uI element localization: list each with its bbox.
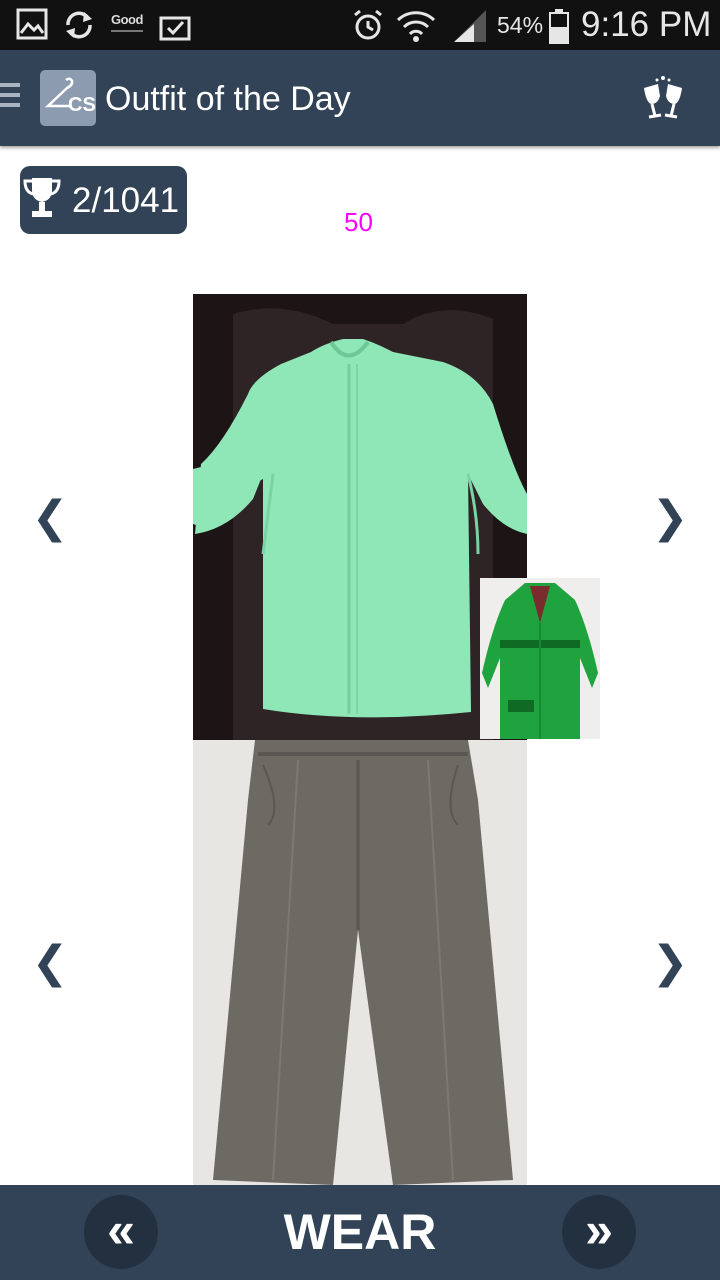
top-clothing-image[interactable] [193, 294, 527, 740]
battery-percent: 54% [497, 12, 544, 38]
bottom-action-bar: « WEAR » [0, 1185, 720, 1280]
bottom-clothing-image[interactable] [193, 740, 527, 1185]
cheers-glasses-icon[interactable] [638, 74, 688, 124]
trophy-icon [23, 178, 61, 217]
outfit-count-label: 50 [344, 207, 373, 237]
battery-icon [549, 9, 569, 44]
score-badge[interactable]: 2/1041 [20, 166, 187, 234]
coat-illustration [480, 578, 600, 739]
prev-top-button[interactable]: ❮ [30, 488, 70, 548]
clipboard-check-icon [159, 16, 191, 41]
trousers-illustration [193, 740, 527, 1185]
gallery-icon [16, 8, 48, 40]
app-logo[interactable]: CS [40, 70, 96, 126]
signal-icon [454, 10, 486, 42]
wear-button[interactable]: WEAR [260, 1199, 460, 1265]
next-top-button[interactable]: ❯ [650, 488, 690, 548]
previous-outfit-button[interactable]: « [84, 1195, 158, 1269]
wifi-icon [396, 11, 436, 42]
clock-time: 9:16 PM [581, 5, 712, 44]
logo-text: CS [68, 94, 96, 116]
sync-icon [66, 11, 92, 39]
outerwear-clothing-image[interactable] [480, 578, 600, 739]
app-title: Outfit of the Day [105, 80, 351, 118]
prev-bottom-button[interactable]: ❮ [30, 933, 70, 993]
blouse-illustration [193, 294, 527, 740]
next-outfit-button[interactable]: » [562, 1195, 636, 1269]
alarm-icon [354, 9, 382, 40]
good-status-label: Good [111, 12, 143, 32]
hamburger-menu-icon[interactable] [0, 83, 20, 113]
app-bar: CS Outfit of the Day [0, 50, 720, 146]
score-text: 2/1041 [72, 181, 180, 220]
status-bar: Good 54% 9:16 PM [0, 0, 720, 50]
next-bottom-button[interactable]: ❯ [650, 933, 690, 993]
